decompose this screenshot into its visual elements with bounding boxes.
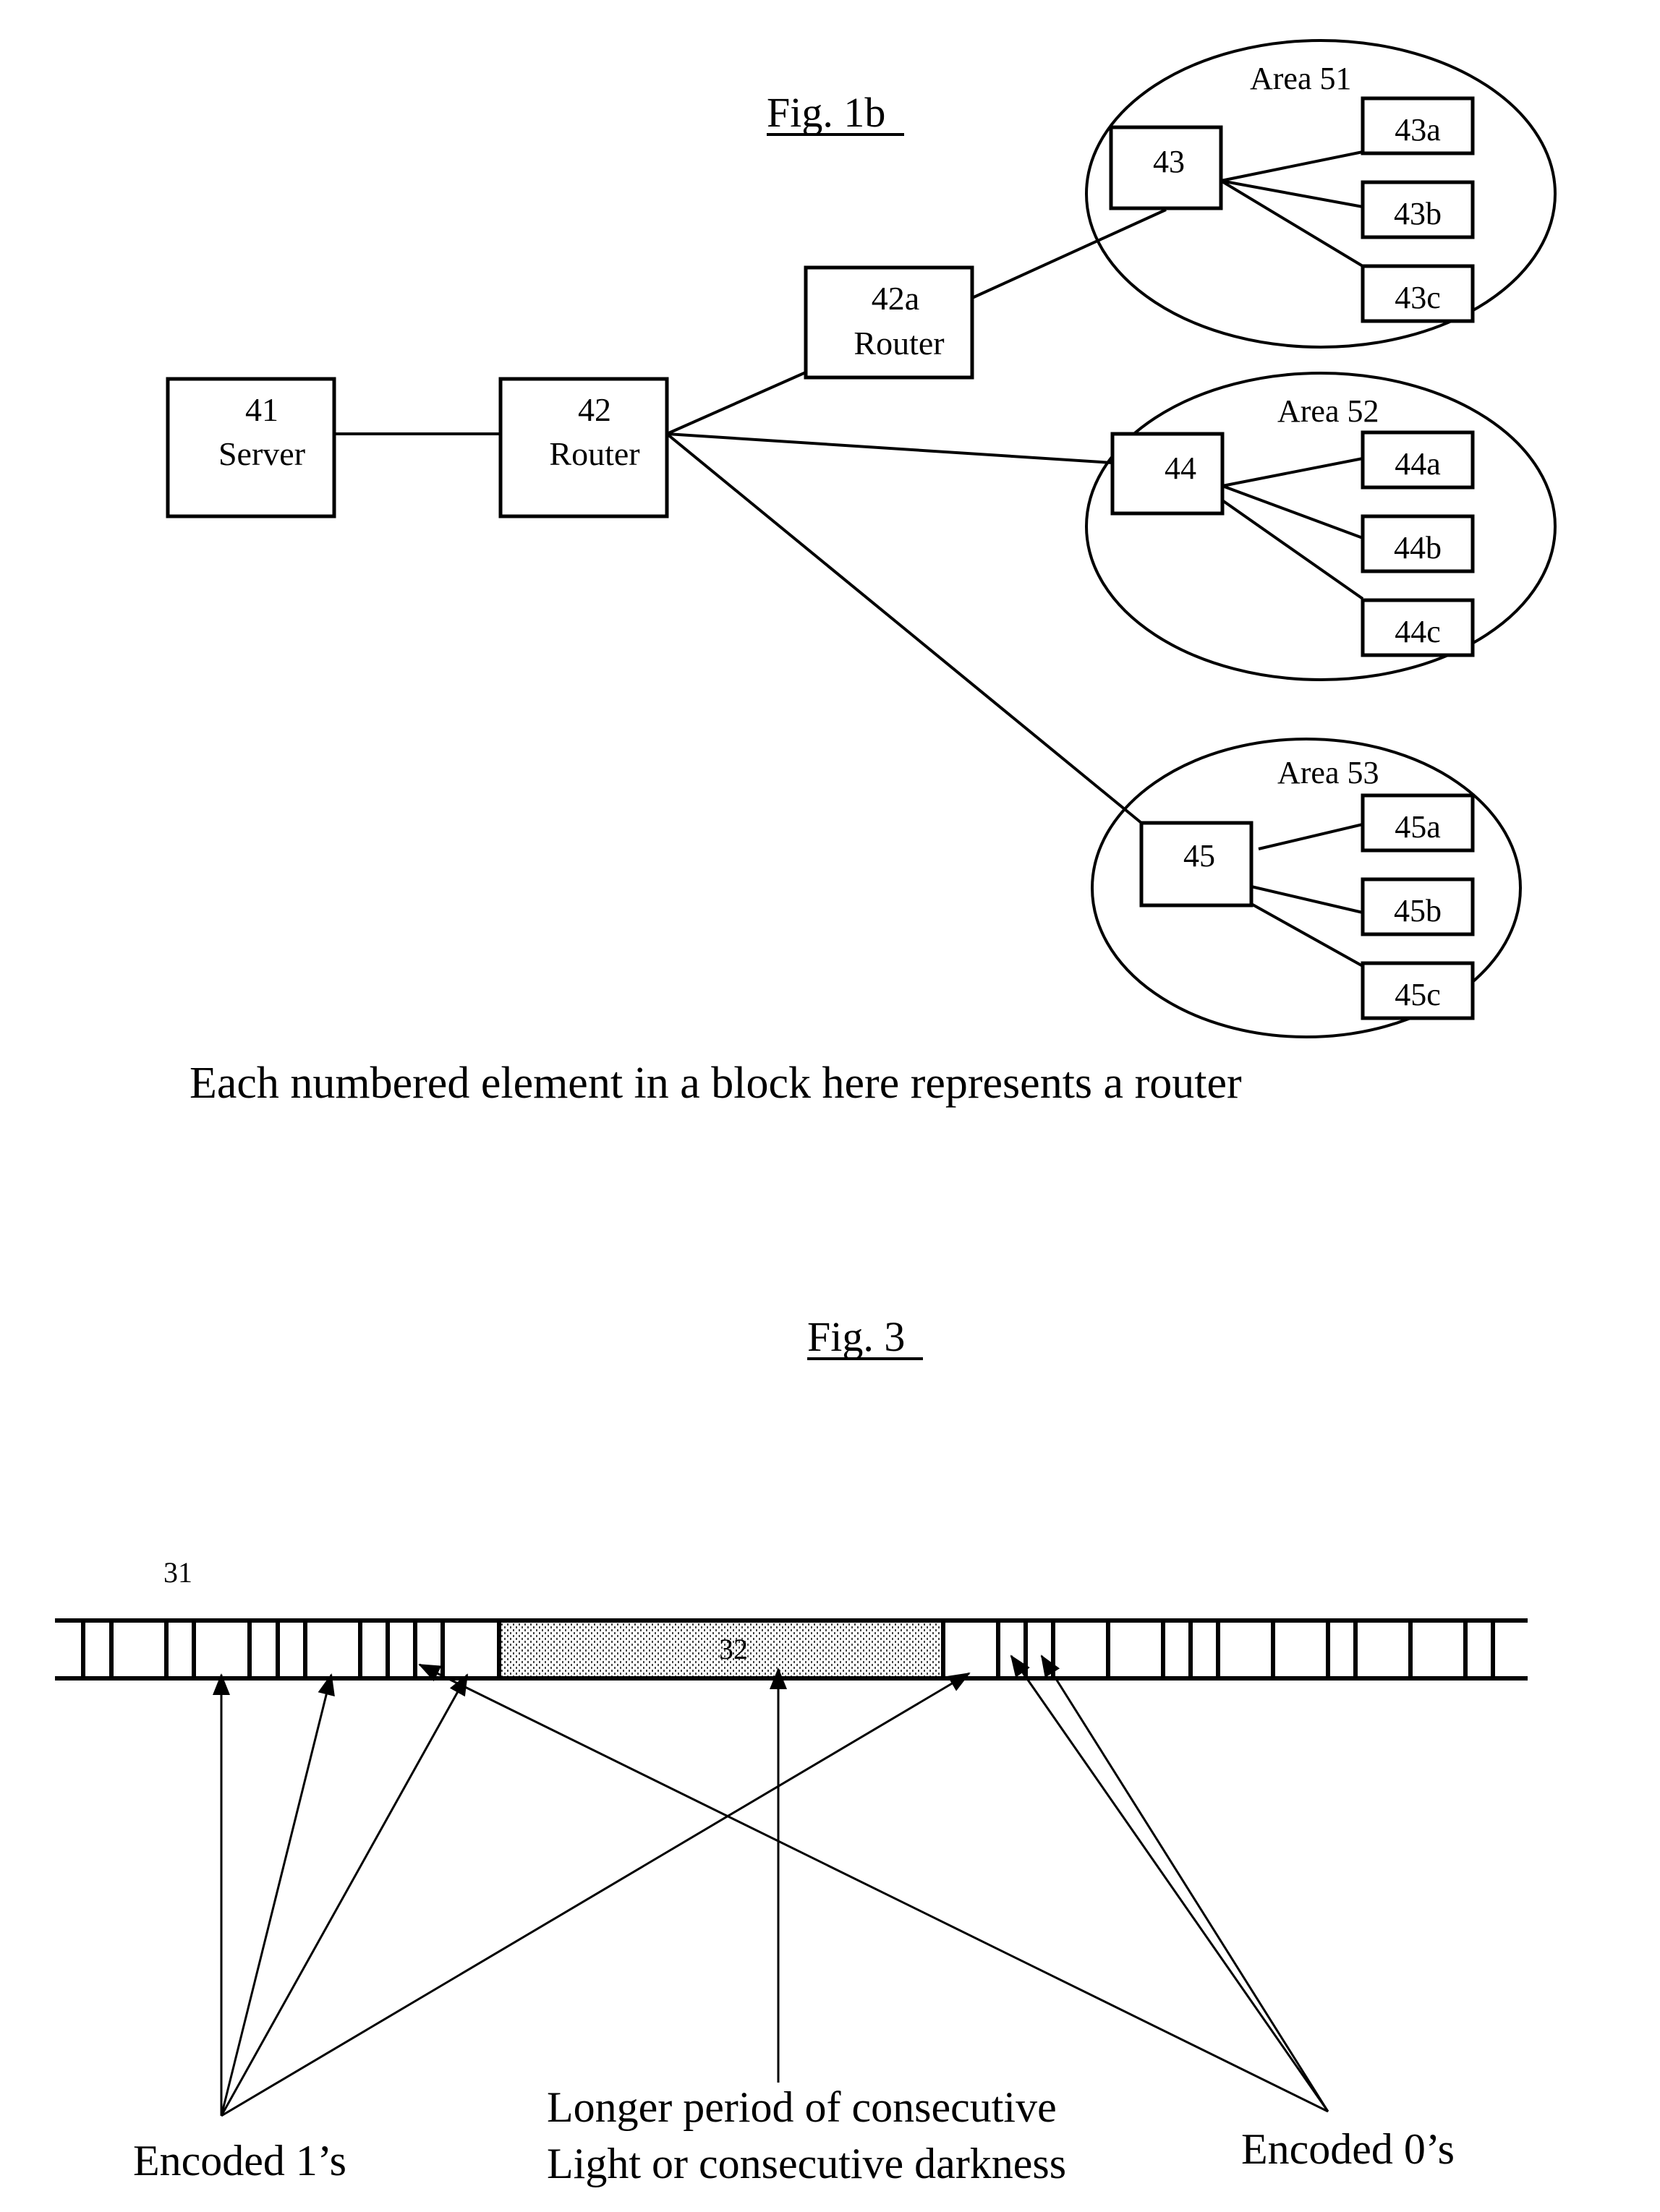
node-id: 45 (1183, 838, 1215, 874)
node-id: 42a (872, 280, 919, 317)
area-label: Area 52 (1277, 393, 1379, 429)
node-label: Server (218, 435, 305, 472)
node-id: 43a (1395, 112, 1441, 148)
arrow (220, 1673, 469, 2117)
arrow (1010, 1654, 1329, 2112)
link-44-44b (1222, 484, 1363, 539)
node-id: 44b (1394, 530, 1442, 565)
node-router-42a: 42a Router (804, 265, 974, 380)
gap-label-32: 32 (719, 1633, 748, 1665)
node-id: 41 (245, 391, 278, 428)
arrow (1040, 1654, 1329, 2112)
link-44-44c (1221, 499, 1364, 600)
fig-3: Fig. 3 31 32 Encoded 1’s Longer period o… (55, 1313, 1528, 2187)
link-42-44 (666, 432, 1113, 464)
label-gap-line2: Light or consecutive darkness (547, 2140, 1066, 2187)
arrows-encoded-ones (213, 1672, 971, 2117)
fig-1b-caption: Each numbered element in a block here re… (190, 1059, 1242, 1108)
label-encoded-zeros: Encoded 0’s (1241, 2125, 1455, 2173)
link-45-45b (1251, 885, 1363, 914)
link-42a-43 (971, 208, 1167, 299)
node-id: 44a (1395, 446, 1441, 482)
node-id: 45a (1395, 809, 1441, 845)
link-43-43a (1220, 150, 1363, 182)
area-label: Area 53 (1277, 755, 1379, 790)
arrow (220, 1673, 335, 2117)
area-label: Area 51 (1250, 61, 1352, 96)
fig-1b-title: Fig. 1b (767, 89, 885, 136)
area-53: Area 53 45 45a 45b 45c (1091, 738, 1522, 1038)
node-label: Router (854, 325, 944, 362)
node-id: 44 (1165, 450, 1196, 486)
patent-figures: Fig. 1b 41 Server 42 Router 42a Router A… (55, 39, 1557, 2187)
arrow (221, 1672, 971, 2117)
label-gap-line1: Longer period of consecutive (547, 2083, 1057, 2131)
link-44-44a (1222, 457, 1363, 487)
area-51: Area 51 43 43a 43b 43c (1085, 39, 1557, 349)
node-id: 43b (1394, 196, 1442, 231)
node-id: 45c (1395, 977, 1441, 1012)
node-id: 45b (1394, 893, 1442, 928)
node-label: Router (549, 435, 639, 472)
arrow (418, 1663, 1329, 2113)
label-encoded-ones: Encoded 1’s (133, 2137, 346, 2185)
signal-label-31: 31 (163, 1556, 192, 1589)
node-id: 44c (1395, 614, 1441, 649)
node-id: 43 (1153, 144, 1185, 179)
link-45-45a (1258, 823, 1363, 850)
link-42-42a (666, 370, 808, 435)
fig-3-title: Fig. 3 (807, 1313, 905, 1360)
link-42-45 (665, 432, 1143, 824)
fig-1b: Fig. 1b 41 Server 42 Router 42a Router A… (166, 39, 1557, 1108)
node-id: 43c (1395, 280, 1441, 315)
link-45-45c (1251, 902, 1363, 968)
node-server-41: 41 Server (166, 377, 336, 518)
area-52: Area 52 44 44a 44b 44c (1085, 372, 1557, 681)
node-router-42: 42 Router (498, 377, 669, 518)
node-id: 42 (578, 391, 611, 428)
arrows-encoded-zeros (418, 1654, 1329, 2113)
